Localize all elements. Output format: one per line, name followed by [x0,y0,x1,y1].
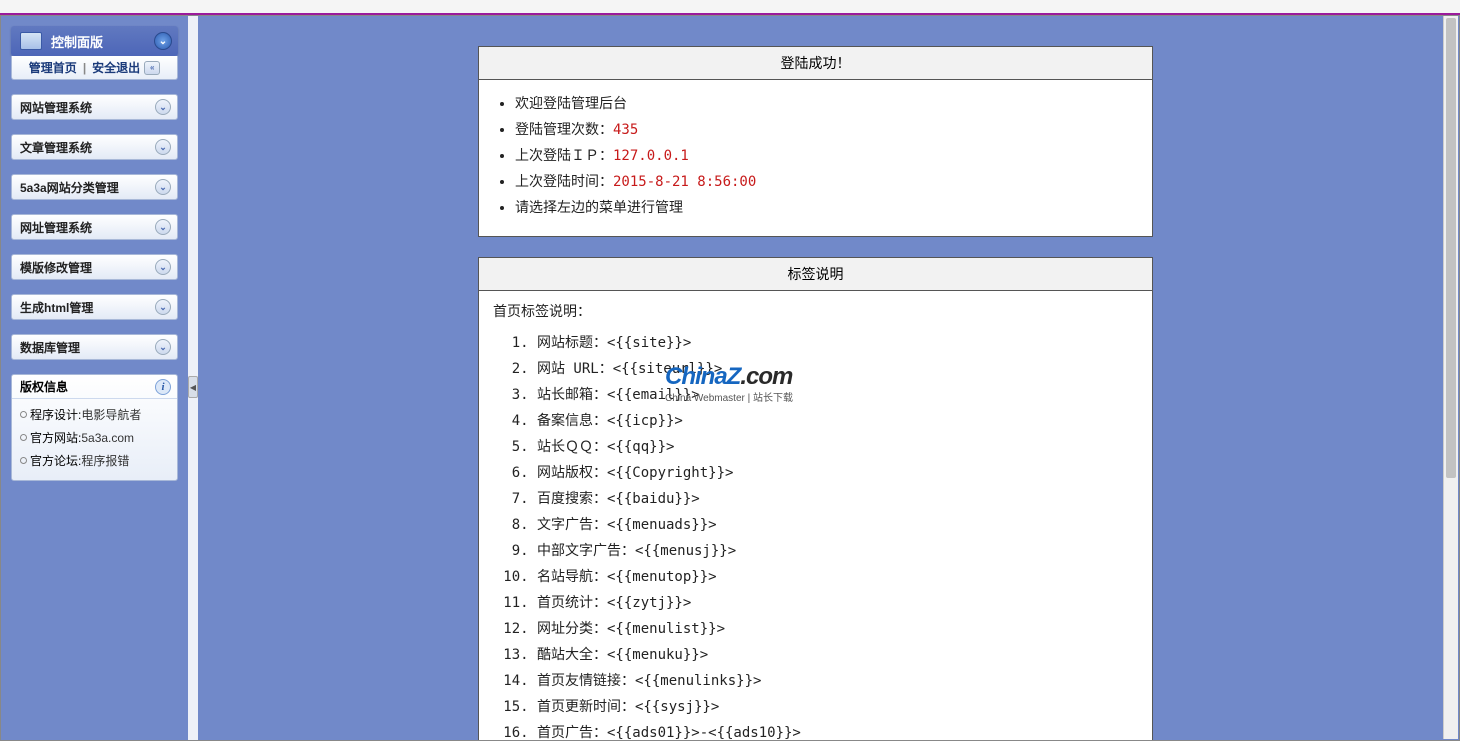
tag-line: 网站标题：<{{site}}> [537,329,1138,355]
chevron-left-icon[interactable]: « [144,61,160,75]
tag-line: 首页更新时间：<{{sysj}}> [537,693,1138,719]
tag-line: 站长ＱＱ：<{{qq}}> [537,433,1138,459]
scrollbar-thumb[interactable] [1446,18,1456,478]
welcome-line: 欢迎登陆管理后台 [515,90,1138,116]
last-ip-line: 上次登陆ＩＰ：127.0.0.1 [515,142,1138,168]
admin-home-link[interactable]: 管理首页 [29,59,77,76]
menu-item-1[interactable]: 文章管理系统 ⌄ [11,134,178,160]
finder-icon [17,30,45,52]
menu-item-label: 文章管理系统 [20,139,92,156]
logout-link[interactable]: 安全退出 [92,59,140,76]
tag-line: 名站导航：<{{menutop}}> [537,563,1138,589]
chevron-down-icon: ⌄ [155,339,171,355]
tags-card: 标签说明 首页标签说明： 网站标题：<{{site}}>网站 URL：<{{si… [478,257,1153,740]
chevron-down-icon: ⌄ [155,139,171,155]
scrollbar[interactable] [1443,16,1458,739]
tag-line: 网站版权：<{{Copyright}}> [537,459,1138,485]
copyright-title: 版权信息 [20,378,68,395]
menu-item-label: 数据库管理 [20,339,80,356]
info-item: 官方网站:5a3a.com [18,426,171,449]
chevron-down-icon: ⌄ [155,179,171,195]
menu-item-2[interactable]: 5a3a网站分类管理 ⌄ [11,174,178,200]
menu-item-label: 网址管理系统 [20,219,92,236]
menu-item-5[interactable]: 生成html管理 ⌄ [11,294,178,320]
tag-line: 网址分类：<{{menulist}}> [537,615,1138,641]
separator: | [83,61,86,75]
splitter: ◀ [188,16,198,740]
tag-line: 备案信息：<{{icp}}> [537,407,1138,433]
sidebar: 控制面版 ⌄ 管理首页 | 安全退出 « 网站管理系统⌄文章管理系统⌄5a3a网… [1,16,188,740]
section1-label: 首页标签说明： [493,301,1138,321]
chevron-down-icon: ⌄ [155,99,171,115]
tag-line: 百度搜索：<{{baidu}}> [537,485,1138,511]
menu-item-label: 网站管理系统 [20,99,92,116]
tag-line: 首页广告：<{{ads01}}>-<{{ads10}}> [537,719,1138,740]
last-time-line: 上次登陆时间：2015-8-21 8:56:00 [515,168,1138,194]
hint-line: 请选择左边的菜单进行管理 [515,194,1138,220]
copyright-panel: 版权信息 i 程序设计:电影导航者官方网站:5a3a.com官方论坛:程序报错 [11,374,178,481]
menu-item-3[interactable]: 网址管理系统 ⌄ [11,214,178,240]
menu-item-label: 生成html管理 [20,299,93,316]
tag-line: 首页统计：<{{zytj}}> [537,589,1138,615]
collapse-icon[interactable]: ⌄ [154,32,172,50]
login-count-line: 登陆管理次数：435 [515,116,1138,142]
menu-item-6[interactable]: 数据库管理 ⌄ [11,334,178,360]
menu-item-4[interactable]: 模版修改管理 ⌄ [11,254,178,280]
info-icon[interactable]: i [155,379,171,395]
tag-line: 网站 URL：<{{siteurl}}> [537,355,1138,381]
info-item: 官方论坛:程序报错 [18,449,171,472]
tag-line: 文字广告：<{{menuads}}> [537,511,1138,537]
chevron-down-icon: ⌄ [155,259,171,275]
tag-line: 首页友情链接：<{{menulinks}}> [537,667,1138,693]
tags-card-title: 标签说明 [479,258,1152,291]
splitter-handle[interactable]: ◀ [188,376,198,398]
menu-item-0[interactable]: 网站管理系统 ⌄ [11,94,178,120]
info-link-1[interactable]: 5a3a.com [81,431,134,445]
menu-item-label: 5a3a网站分类管理 [20,179,119,196]
top-accent-bar [0,0,1460,15]
info-link-0[interactable]: 电影导航者 [81,408,141,422]
tag-line: 中部文字广告：<{{menusj}}> [537,537,1138,563]
menu-item-label: 模版修改管理 [20,259,92,276]
login-success-card: 登陆成功！ 欢迎登陆管理后台 登陆管理次数：435 上次登陆ＩＰ：127.0.0… [478,46,1153,237]
panel-title: 控制面版 [51,32,103,51]
info-link-2[interactable]: 程序报错 [81,454,129,468]
chevron-down-icon: ⌄ [155,299,171,315]
login-card-title: 登陆成功！ [479,47,1152,80]
tag-line: 站长邮箱：<{{email}}> [537,381,1138,407]
content-area: 登陆成功！ 欢迎登陆管理后台 登陆管理次数：435 上次登陆ＩＰ：127.0.0… [198,16,1459,740]
tag-line: 酷站大全：<{{menuku}}> [537,641,1138,667]
top-links: 管理首页 | 安全退出 « [11,56,178,80]
panel-header: 控制面版 ⌄ [11,26,178,56]
info-item: 程序设计:电影导航者 [18,403,171,426]
chevron-down-icon: ⌄ [155,219,171,235]
